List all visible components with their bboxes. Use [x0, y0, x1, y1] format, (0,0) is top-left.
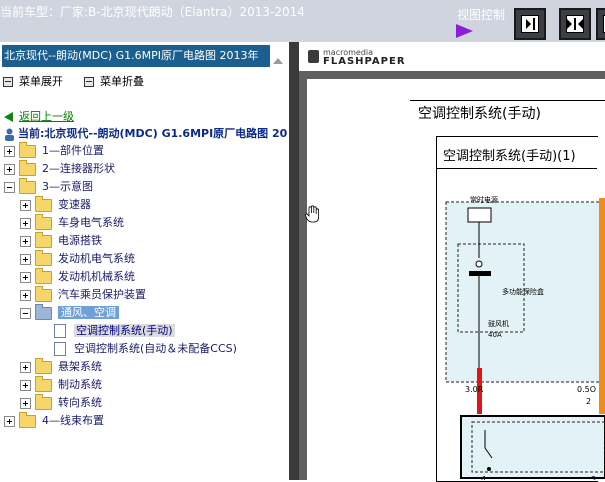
expand-toggle-icon[interactable]: [4, 145, 15, 157]
wiring-schematic: 常时电源 多功能保险盒 鼓风机 40A 3.0R 0.5O 2 4 3: [445, 195, 605, 480]
node-icon: [475, 260, 483, 268]
tree-item-brakes[interactable]: 制动系统: [20, 375, 102, 393]
brand-big: FLASHPAPER: [323, 56, 406, 67]
split-right-button[interactable]: [514, 8, 546, 40]
expand-toggle-icon[interactable]: [20, 289, 31, 301]
expand-toggle-icon[interactable]: [20, 271, 31, 283]
sidebar: 北京现代--朗动(MDC) G1.6MPI原厂电路图 2013年 菜单展开 菜单…: [0, 42, 289, 480]
tree-item-parts-location[interactable]: 1—部件位置: [4, 141, 104, 159]
expand-toggle-icon[interactable]: [20, 379, 31, 391]
expand-toggle-icon[interactable]: [20, 253, 31, 265]
tree-item-suspension[interactable]: 悬架系统: [20, 357, 102, 375]
hot-label: 常时电源: [470, 195, 498, 204]
panel-splitter[interactable]: [289, 42, 299, 480]
view-control-label: 视图控制: [457, 8, 506, 22]
expand-toggle-icon[interactable]: [20, 235, 31, 247]
expand-toggle-icon[interactable]: [4, 163, 15, 175]
collapse-toggle-icon[interactable]: [4, 181, 15, 193]
wire-right-label: 0.5O: [577, 385, 596, 394]
folder-icon: [35, 285, 52, 302]
expand-toggle-icon[interactable]: [20, 217, 31, 229]
fuse-name-label: 鼓风机: [488, 319, 509, 328]
current-location: 当前:北京现代--朗动(MDC) G1.6MPI原厂电路图 20: [4, 125, 287, 141]
collapse-toggle-icon[interactable]: [20, 307, 31, 319]
folder-icon: [19, 177, 36, 194]
expand-full-button[interactable]: [596, 8, 605, 40]
scroll-up-icon[interactable]: [270, 54, 286, 68]
hand-cursor-icon: [305, 205, 319, 223]
pin-bottom-right-label: 3: [591, 475, 596, 480]
flashpaper-logo-icon: [308, 50, 319, 63]
folder-icon: [35, 267, 52, 284]
folder-icon: [35, 393, 52, 410]
menu-collapse-button[interactable]: 菜单折叠: [84, 75, 144, 88]
folder-icon: [35, 213, 52, 230]
collapse-both-button[interactable]: [559, 8, 591, 40]
tree-item-transmission[interactable]: 变速器: [20, 195, 91, 213]
tree-item-schematics[interactable]: 3—示意图: [4, 177, 93, 195]
folder-icon: [35, 357, 52, 374]
page-top-rule: [410, 100, 605, 101]
switch-contact: [487, 467, 491, 471]
back-arrow-icon: [4, 112, 13, 122]
flashpaper-header: macromedia FLASHPAPER: [299, 42, 605, 71]
folder-icon: [35, 249, 52, 266]
menu-toolbar: 菜单展开 菜单折叠: [3, 73, 144, 88]
user-icon: [5, 128, 14, 141]
current-vehicle-label: 当前车型：厂家:B-北京现代朗动（Elantra）2013-2014: [0, 5, 305, 19]
folder-icon: [19, 141, 36, 158]
expand-icon: [3, 77, 13, 87]
fuse-rating-label: 40A: [488, 331, 502, 339]
folder-icon: [35, 231, 52, 248]
fuse-box-label: 多功能保险盒: [502, 287, 544, 296]
top-bar: 当前车型：厂家:B-北京现代朗动（Elantra）2013-2014 视图控制: [0, 0, 605, 42]
pin-bottom-left-label: 4: [481, 475, 486, 480]
tree-item-harness-layout[interactable]: 4—线束布置: [4, 411, 104, 429]
arrows-inward-icon: [567, 18, 583, 30]
tree-item-occupant-protection[interactable]: 汽车乘员保护装置: [20, 285, 146, 303]
play-arrow-icon[interactable]: [456, 24, 473, 38]
hot-label-box: [467, 207, 492, 223]
document-viewer: macromedia FLASHPAPER 空调控制系统(手动) 空调控制系统(…: [299, 42, 605, 482]
collapse-icon: [84, 77, 94, 87]
expand-toggle-icon[interactable]: [20, 361, 31, 373]
tree-item-body-electrical[interactable]: 车身电气系统: [20, 213, 124, 231]
expand-toggle-icon[interactable]: [20, 199, 31, 211]
expand-toggle-icon[interactable]: [4, 415, 15, 427]
tree-item-power-ground[interactable]: 电源搭铁: [20, 231, 102, 249]
open-folder-icon: [35, 303, 52, 320]
folder-icon: [35, 375, 52, 392]
fuse-symbol: [469, 271, 491, 276]
document-icon: [54, 324, 66, 338]
orange-wire: [599, 198, 605, 414]
tree-item-ac-manual[interactable]: 空调控制系统(手动): [54, 323, 175, 339]
tree-item-ac-auto[interactable]: 空调控制系统(自动＆未配备CCS): [54, 341, 237, 357]
diagram-title: 空调控制系统(手动)(1): [443, 149, 576, 164]
back-link[interactable]: 返回上一级: [4, 108, 74, 124]
tree-item-engine-mechanical[interactable]: 发动机机械系统: [20, 267, 135, 285]
arrow-right-bar-icon: [526, 18, 535, 30]
folder-icon: [35, 195, 52, 212]
expand-toggle-icon[interactable]: [20, 397, 31, 409]
document-icon: [54, 342, 66, 356]
tree-item-ventilation-ac[interactable]: 通风、空调: [20, 303, 119, 321]
wire-left-label: 3.0R: [465, 385, 484, 394]
tree-item-engine-electrical[interactable]: 发动机电气系统: [20, 249, 135, 267]
menu-expand-button[interactable]: 菜单展开: [3, 75, 63, 88]
tree-item-connector-shapes[interactable]: 2—连接器形状: [4, 159, 115, 177]
page-title: 空调控制系统(手动): [418, 106, 541, 122]
pin-right-label: 2: [586, 397, 591, 406]
tree-item-steering[interactable]: 转向系统: [20, 393, 102, 411]
sidebar-title: 北京现代--朗动(MDC) G1.6MPI原厂电路图 2013年: [2, 45, 270, 67]
folder-icon: [19, 411, 36, 428]
folder-icon: [19, 159, 36, 176]
control-module-block: [460, 415, 605, 479]
